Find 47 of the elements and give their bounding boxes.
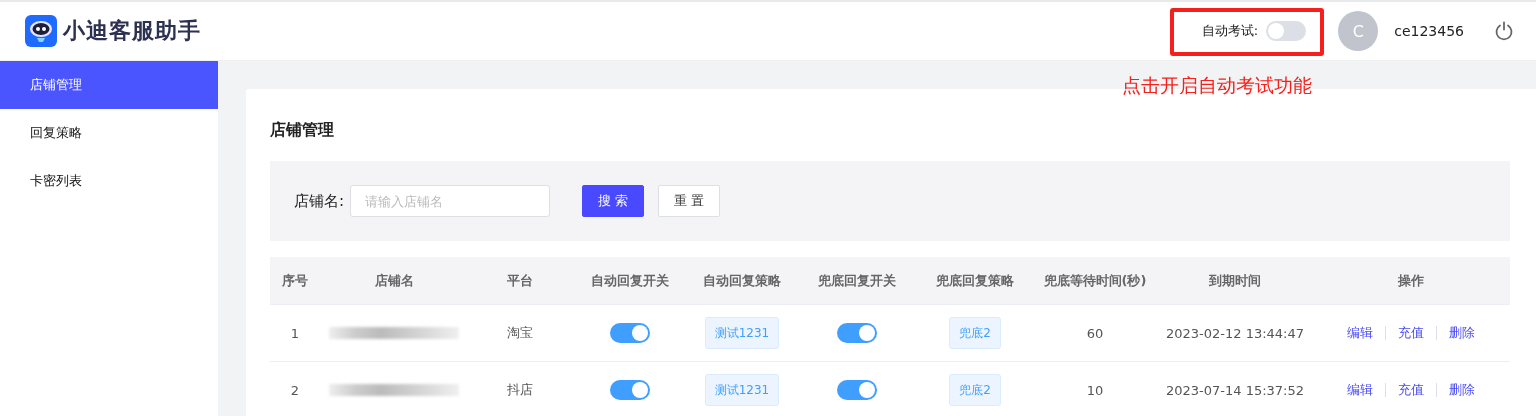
store-name-field[interactable]: 请输入店铺名 [350,185,551,217]
table-cell: 60 [1086,325,1104,341]
delete-link[interactable]: 删除 [1449,324,1475,342]
table-cell: 2023-07-14 15:37:52 [1165,382,1305,398]
column-header: 兜底回复开关 [817,271,897,290]
strategy-tag: 测试1231 [704,317,780,349]
strategy-tag: 兜底2 [949,374,1001,406]
toggle-switch[interactable] [610,380,650,400]
delete-link[interactable]: 删除 [1449,381,1475,399]
store-name-label: 店铺名: [294,191,345,211]
column-header: 自动回复开关 [590,271,670,290]
table-cell: 抖店 [507,381,533,399]
column-header: 兜底等待时间(秒) [1042,271,1148,290]
strategy-tag: 兜底2 [949,317,1001,349]
toggle-switch[interactable] [610,323,650,343]
recharge-link[interactable]: 充值 [1398,324,1424,342]
reset-button[interactable]: 重 置 [658,185,721,217]
search-button[interactable]: 搜 索 [582,185,645,217]
table-cell: 淘宝 [507,324,533,342]
robot-logo-icon [25,15,57,47]
table-cell: 1 [290,325,300,341]
auto-exam-label: 自动考试: [1201,22,1259,40]
sidebar-item[interactable]: 店铺管理 [0,61,218,109]
annotation-text: 点击开启自动考试功能 [1122,73,1312,98]
column-header: 到期时间 [1208,271,1262,290]
column-header: 自动回复策略 [702,271,782,290]
table-cell: 2 [290,382,300,398]
sidebar-item[interactable]: 卡密列表 [0,157,218,205]
app-name: 小迪客服助手 [63,17,201,45]
sidebar-item[interactable]: 回复策略 [0,109,218,157]
column-header: 平台 [506,271,534,290]
username: ce123456 [1394,23,1464,39]
column-header: 兜底回复策略 [935,271,1015,290]
column-header: 店铺名 [373,271,415,290]
page-title: 店铺管理 [270,119,335,141]
strategy-tag: 测试1231 [704,374,780,406]
toggle-switch[interactable] [837,380,877,400]
column-header: 操作 [1397,271,1425,290]
recharge-link[interactable]: 充值 [1398,381,1424,399]
power-icon[interactable] [1494,21,1514,41]
column-header: 序号 [281,271,309,290]
toggle-switch[interactable] [1266,21,1307,41]
edit-link[interactable]: 编辑 [1347,381,1373,399]
table-cell: 10 [1086,382,1104,398]
edit-link[interactable]: 编辑 [1347,324,1373,342]
table-cell: 2023-02-12 13:44:47 [1165,325,1305,341]
toggle-switch[interactable] [837,323,877,343]
